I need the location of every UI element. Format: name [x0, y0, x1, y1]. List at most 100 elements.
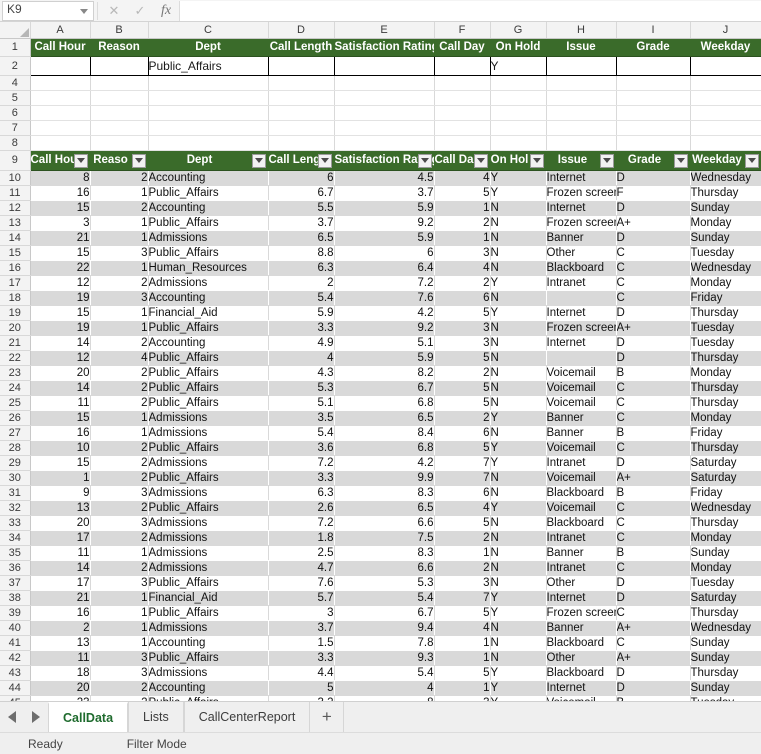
table-cell[interactable]: C	[616, 245, 691, 261]
table-cell[interactable]: 6	[434, 485, 491, 501]
table-cell[interactable]: 1	[90, 410, 149, 426]
table-cell[interactable]: N	[490, 365, 547, 381]
table-cell[interactable]: Voicemail	[546, 365, 617, 381]
table-cell[interactable]: 4	[434, 170, 491, 186]
column-header-d[interactable]: D	[268, 22, 335, 39]
empty-cell[interactable]	[434, 105, 491, 121]
table-cell[interactable]: Thursday	[690, 305, 761, 321]
table-cell[interactable]: 6.8	[334, 395, 435, 411]
row-header[interactable]: 26	[0, 410, 31, 426]
table-cell[interactable]: 5	[434, 440, 491, 456]
table-cell[interactable]: 6.3	[268, 485, 335, 501]
table-cell[interactable]: C	[616, 440, 691, 456]
table-cell[interactable]: 9.3	[334, 650, 435, 666]
table-cell[interactable]: Wednesday	[690, 500, 761, 516]
empty-cell[interactable]	[546, 135, 617, 151]
table-cell[interactable]: 4.9	[268, 335, 335, 351]
table-cell[interactable]: Public_Affairs	[148, 185, 269, 201]
table-cell[interactable]: 5.4	[268, 290, 335, 306]
table-cell[interactable]: Y	[490, 305, 547, 321]
table-cell[interactable]: Admissions	[148, 530, 269, 546]
table-cell[interactable]: C	[616, 635, 691, 651]
table-cell[interactable]: 19	[30, 320, 91, 336]
row-header[interactable]: 36	[0, 560, 31, 576]
empty-cell[interactable]	[334, 75, 435, 91]
row-header[interactable]: 2	[0, 56, 31, 76]
table-cell[interactable]: 6.7	[334, 380, 435, 396]
table-cell[interactable]: Public_Affairs	[148, 500, 269, 516]
table-cell[interactable]: Sunday	[690, 680, 761, 696]
empty-cell[interactable]	[334, 135, 435, 151]
table-cell[interactable]: 1	[90, 590, 149, 606]
criteria-entry-cell[interactable]: Public_Affairs	[147, 55, 269, 76]
table-cell[interactable]: Banner	[546, 410, 617, 426]
table-cell[interactable]: Accounting	[148, 635, 269, 651]
table-cell[interactable]: 3	[90, 575, 149, 591]
table-cell[interactable]: 4	[334, 680, 435, 696]
table-cell[interactable]: Human_Resources	[148, 260, 269, 276]
filter-dropdown-icon[interactable]	[251, 153, 266, 168]
table-cell[interactable]: N	[490, 290, 547, 306]
table-cell[interactable]: N	[490, 425, 547, 441]
row-header[interactable]: 7	[0, 120, 31, 136]
table-cell[interactable]: 1	[90, 545, 149, 561]
table-cell[interactable]: 3	[434, 335, 491, 351]
table-cell[interactable]: Frozen screen	[546, 320, 617, 336]
empty-cell[interactable]	[268, 105, 335, 121]
table-cell[interactable]: A+	[616, 215, 691, 231]
table-cell[interactable]: Saturday	[690, 590, 761, 606]
table-cell[interactable]: 20	[30, 515, 91, 531]
table-cell[interactable]: 2	[90, 395, 149, 411]
column-header-e[interactable]: E	[334, 22, 435, 39]
table-cell[interactable]: 5.4	[268, 425, 335, 441]
row-header[interactable]: 19	[0, 305, 31, 321]
sheet-tab-callcenterreport[interactable]: CallCenterReport	[183, 702, 311, 732]
table-cell[interactable]: Monday	[690, 410, 761, 426]
table-cell[interactable]: 12	[30, 350, 91, 366]
table-cell[interactable]: 6	[434, 290, 491, 306]
row-header[interactable]: 42	[0, 650, 31, 666]
table-cell[interactable]: 17	[30, 530, 91, 546]
criteria-entry-cell[interactable]	[89, 55, 149, 76]
row-header[interactable]: 13	[0, 215, 31, 231]
table-cell[interactable]: Y	[490, 440, 547, 456]
table-cell[interactable]: 2	[90, 380, 149, 396]
column-header-a[interactable]: A	[30, 22, 91, 39]
table-cell[interactable]: 5.4	[334, 590, 435, 606]
table-cell[interactable]: 7.8	[334, 635, 435, 651]
table-cell[interactable]: 9.4	[334, 620, 435, 636]
table-cell[interactable]: 4.3	[268, 365, 335, 381]
table-cell[interactable]: Thursday	[690, 605, 761, 621]
row-header[interactable]: 31	[0, 485, 31, 501]
empty-cell[interactable]	[148, 90, 269, 106]
table-cell[interactable]: 13	[30, 635, 91, 651]
table-cell[interactable]: Financial_Aid	[148, 305, 269, 321]
table-cell[interactable]: Y	[490, 170, 547, 186]
column-header-b[interactable]: B	[90, 22, 149, 39]
table-cell[interactable]: Intranet	[546, 530, 617, 546]
table-cell[interactable]: Friday	[690, 290, 761, 306]
table-cell[interactable]: C	[616, 395, 691, 411]
table-cell[interactable]: N	[490, 545, 547, 561]
filter-dropdown-icon[interactable]	[417, 153, 432, 168]
table-cell[interactable]: 2	[434, 560, 491, 576]
table-cell[interactable]: 6.6	[334, 560, 435, 576]
criteria-entry-cell[interactable]	[689, 55, 761, 76]
table-cell[interactable]: 11	[30, 395, 91, 411]
row-header[interactable]: 14	[0, 230, 31, 246]
table-cell[interactable]: 9.2	[334, 320, 435, 336]
formula-input[interactable]	[179, 0, 761, 21]
table-cell[interactable]: Sunday	[690, 200, 761, 216]
empty-cell[interactable]	[334, 90, 435, 106]
table-cell[interactable]: 4.5	[334, 170, 435, 186]
table-cell[interactable]: Y	[490, 275, 547, 291]
table-cell[interactable]: 2	[268, 275, 335, 291]
table-cell[interactable]: 6	[434, 425, 491, 441]
table-cell[interactable]: Internet	[546, 335, 617, 351]
table-cell[interactable]: 4.2	[334, 455, 435, 471]
table-cell[interactable]: 13	[30, 500, 91, 516]
row-header[interactable]: 28	[0, 440, 31, 456]
table-cell[interactable]: 7.2	[334, 275, 435, 291]
row-header[interactable]: 34	[0, 530, 31, 546]
criteria-entry-cell[interactable]	[615, 55, 691, 76]
